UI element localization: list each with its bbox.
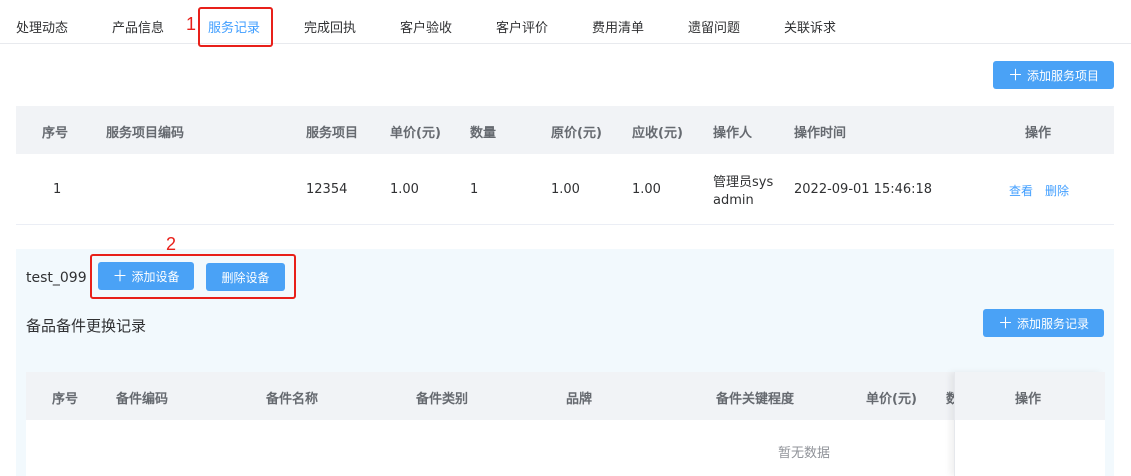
cell-unit-price: 1.00 [390,182,419,197]
col-parts-code: 备件编码 [116,392,169,407]
empty-data-text: 暂无数据 [778,446,831,461]
delete-device-button[interactable]: 删除设备 [206,263,285,291]
plus-icon: ＋ [112,266,128,285]
col-unit-price: 单价(元) [390,126,441,141]
col-index: 序号 [42,126,69,141]
device-name: test_099 [26,270,87,286]
parts-actions-body [955,420,1105,476]
cell-quantity: 1 [470,182,479,197]
tab-customer-rating[interactable]: 客户评价 [496,17,548,36]
parts-table-header: 序号 备件编码 备件名称 备件类别 品牌 备件关键程度 单价(元) 数 [26,372,1104,420]
tab-related-requests[interactable]: 关联诉求 [784,17,836,36]
add-service-record-label: 添加服务记录 [1017,316,1090,331]
tab-process-updates[interactable]: 处理动态 [16,17,68,36]
service-table-header: 序号 服务项目编码 服务项目 单价(元) 数量 原价(元) 应收(元) 操作人 … [16,106,1114,154]
col-parts-name: 备件名称 [266,392,319,407]
plus-icon: ＋ [1007,65,1023,84]
col-operate-time: 操作时间 [794,126,847,141]
delete-device-label: 删除设备 [221,270,270,285]
cell-operate-time: 2022-09-01 15:46:18 [794,182,933,197]
col-operator: 操作人 [713,126,753,141]
cell-receivable: 1.00 [632,182,661,197]
delete-link[interactable]: 删除 [1045,182,1069,199]
add-device-label: 添加设备 [131,269,180,284]
tab-pending-issues[interactable]: 遗留问题 [688,17,740,36]
plus-icon: ＋ [997,313,1013,332]
parts-table-body: 暂无数据 [26,420,1104,476]
add-service-item-button[interactable]: ＋ 添加服务项目 [993,61,1114,89]
add-service-record-button[interactable]: ＋ 添加服务记录 [983,309,1104,337]
tab-completion-receipt[interactable]: 完成回执 [304,17,356,36]
cell-index: 1 [53,182,62,197]
col-parts-category: 备件类别 [416,392,469,407]
col-service-code: 服务项目编码 [106,126,185,141]
col-receivable: 应收(元) [632,126,683,141]
col-actions: 操作 [1025,126,1052,141]
annotation-box-1 [198,7,273,47]
col-parts-actions: 操作 [1015,392,1042,407]
tab-customer-acceptance[interactable]: 客户验收 [400,17,452,36]
annotation-number-1: 1 [186,14,197,34]
col-quantity: 数量 [470,126,497,141]
col-service-item: 服务项目 [306,126,359,141]
tab-bar: 处理动态 产品信息 服务记录 完成回执 客户验收 客户评价 费用清单 遗留问题 … [0,0,1131,44]
cell-original-price: 1.00 [551,182,580,197]
cell-operator-account: admin [713,193,754,208]
tab-fee-list[interactable]: 费用清单 [592,17,644,36]
cell-operator-name: 管理员sys [713,175,774,190]
parts-actions-header: 操作 [955,372,1105,420]
col-parts-unit-price: 单价(元) [866,392,917,407]
parts-actions-fixed-column: 操作 [954,372,1105,476]
cell-service-item: 12354 [306,182,348,197]
col-parts-criticality: 备件关键程度 [716,392,795,407]
col-parts-brand: 品牌 [566,392,593,407]
tab-product-info[interactable]: 产品信息 [112,17,164,36]
col-parts-index: 序号 [52,392,79,407]
table-row: 1 12354 1.00 1 1.00 1.00 管理员sys admin 20… [16,154,1114,225]
add-service-item-label: 添加服务项目 [1027,68,1100,83]
parts-record-title: 备品备件更换记录 [26,317,147,335]
add-device-button[interactable]: ＋ 添加设备 [98,262,194,290]
view-link[interactable]: 查看 [1009,182,1033,199]
annotation-number-2: 2 [166,234,177,254]
col-original-price: 原价(元) [551,126,602,141]
